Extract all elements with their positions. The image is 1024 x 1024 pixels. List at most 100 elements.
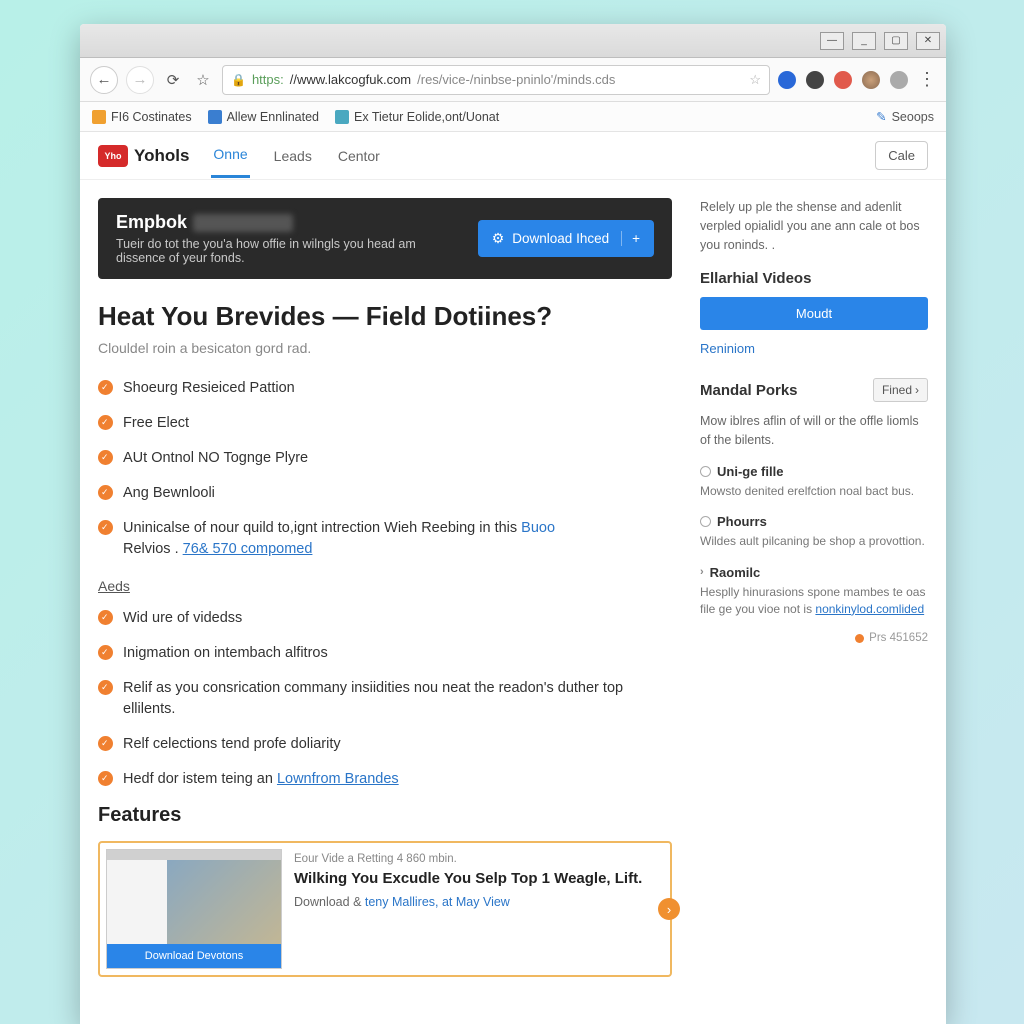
sidebar-intro: Relely up ple the shense and adenlit ver… xyxy=(700,198,928,254)
article-subtitle: Clouldel roin a besicaton gord rad. xyxy=(98,340,672,356)
cale-button[interactable]: Cale xyxy=(875,141,928,170)
reninom-link[interactable]: Reniniom xyxy=(700,341,755,356)
site-logo[interactable]: Yho Yohols xyxy=(98,145,189,167)
browser-toolbar: ← → ⟳ ☆ 🔒 https: //www.lakcogfuk.com /re… xyxy=(80,58,946,102)
bookmark-label: Ex Tietur Eolide,ont/Uonat xyxy=(354,110,499,124)
check-icon xyxy=(98,415,113,430)
nav-onne[interactable]: Onne xyxy=(211,133,249,178)
feature-download-line: Download & teny Mallires, at May View xyxy=(294,895,656,909)
bookmark-label: FI6 Costinates xyxy=(111,110,192,124)
logo-text: Yohols xyxy=(134,146,189,166)
window-minimize-button[interactable]: — xyxy=(820,32,844,50)
sidebar-porks-text: Mow iblres aflin of will or the offle li… xyxy=(700,412,928,450)
back-button[interactable]: ← xyxy=(90,66,118,94)
bookmark-icon xyxy=(335,110,349,124)
list-item: Shoeurg Resieiced Pattion xyxy=(98,378,672,399)
url-protocol: https: xyxy=(252,72,284,87)
bullet-list: Shoeurg Resieiced Pattion Free Elect AUt… xyxy=(98,378,672,560)
banner-title: Empbok xyxy=(116,212,464,233)
bookmark-item[interactable]: Ex Tietur Eolide,ont/Uonat xyxy=(335,110,499,124)
download-button[interactable]: ⚙ Download Ihced + xyxy=(478,220,654,257)
chevron-right-icon: › xyxy=(915,383,919,397)
extension-icon[interactable] xyxy=(778,71,796,89)
lock-icon: 🔒 xyxy=(231,73,246,87)
sidebar-porks-heading: Mandal Porks xyxy=(700,382,798,399)
download-label: Download Ihced xyxy=(512,231,609,246)
browser-window: Hours orl conterabintes × — _ ▢ ✕ ← → ⟳ … xyxy=(80,24,946,1024)
bookmark-icon xyxy=(208,110,222,124)
menu-icon[interactable]: ⋮ xyxy=(918,69,936,90)
window-shrink-button[interactable]: _ xyxy=(852,32,876,50)
article-title: Heat You Brevides — Field Dotiines? xyxy=(98,301,672,332)
list-item: Relf celections tend profe doliarity xyxy=(98,734,672,755)
list-item: AUt Ontnol NO Tognge Plyre xyxy=(98,448,672,469)
extension-icon[interactable] xyxy=(834,71,852,89)
feature-card[interactable]: Download Devotons Eour Vide a Retting 4 … xyxy=(98,841,672,977)
check-icon xyxy=(98,736,113,751)
list-item: Free Elect xyxy=(98,413,672,434)
check-icon xyxy=(98,680,113,695)
forward-button[interactable]: → xyxy=(126,66,154,94)
main-column: Empbok Tueir do tot the you'a how offie … xyxy=(98,198,672,977)
thumbnail-download-button[interactable]: Download Devotons xyxy=(107,944,281,968)
sidebar-videos-heading: Ellarhial Videos xyxy=(700,270,928,287)
check-icon xyxy=(98,485,113,500)
fined-button[interactable]: Fined› xyxy=(873,378,928,402)
bookmark-icon xyxy=(92,110,106,124)
check-icon xyxy=(98,380,113,395)
lownfrom-link[interactable]: Lownfrom Brandes xyxy=(277,771,399,787)
features-heading: Features xyxy=(98,804,672,827)
url-path: /res/vice-/ninbse-pninlo'/minds.cds xyxy=(417,72,615,87)
aeds-link[interactable]: Aeds xyxy=(98,578,130,594)
avatar-icon[interactable] xyxy=(862,71,880,89)
bookmark-item[interactable]: Allew Ennlinated xyxy=(208,110,319,124)
feature-dl-link[interactable]: teny Mallires, at May View xyxy=(365,895,510,909)
check-icon xyxy=(98,450,113,465)
check-icon xyxy=(98,520,113,535)
list-item: Wid ure of videdss xyxy=(98,608,672,629)
feature-title: Wilking You Excudle You Selp Top 1 Weagl… xyxy=(294,869,656,889)
check-icon xyxy=(98,610,113,625)
promo-banner: Empbok Tueir do tot the you'a how offie … xyxy=(98,198,672,279)
list-item: Hedf dor istem teing an Lownfrom Brandes xyxy=(98,769,672,790)
list-item: Uninicalse of nour quild to,ignt intrect… xyxy=(98,518,672,560)
banner-blur xyxy=(193,214,293,232)
window-maximize-button[interactable]: ▢ xyxy=(884,32,908,50)
extension-icon[interactable] xyxy=(806,71,824,89)
next-arrow-icon[interactable]: › xyxy=(658,898,680,920)
status-dot-icon xyxy=(855,634,864,643)
address-bar[interactable]: 🔒 https: //www.lakcogfuk.com /res/vice-/… xyxy=(222,65,770,95)
window-close-button[interactable]: ✕ xyxy=(916,32,940,50)
banner-subtitle: Tueir do tot the you'a how offie in wiln… xyxy=(116,237,464,265)
buoo-link[interactable]: Buoo xyxy=(521,520,555,536)
sidebar-item-phourrs[interactable]: Phourrs Wildes ault pilcaning be shop a … xyxy=(700,514,928,550)
nonkinylod-link[interactable]: nonkinylod.comlided xyxy=(815,602,924,616)
sidebar-footer: Prs 451652 xyxy=(700,632,928,644)
bookmark-star-icon[interactable]: ☆ xyxy=(192,69,214,91)
reload-button[interactable]: ⟳ xyxy=(162,69,184,91)
radio-icon xyxy=(700,466,711,477)
nav-centor[interactable]: Centor xyxy=(336,135,382,177)
list-item: Relif as you consrication commany insiid… xyxy=(98,678,672,720)
bookmark-item[interactable]: FI6 Costinates xyxy=(92,110,192,124)
addr-star-icon[interactable]: ☆ xyxy=(749,72,761,88)
list-item: Inigmation on intembach alfitros xyxy=(98,643,672,664)
nav-leads[interactable]: Leads xyxy=(272,135,314,177)
bookmark-label: Allew Ennlinated xyxy=(227,110,319,124)
site-header: Yho Yohols Onne Leads Centor Cale xyxy=(80,132,946,180)
list-item: Ang Bewnlooli xyxy=(98,483,672,504)
plus-icon[interactable]: + xyxy=(621,231,640,246)
sidebar-item-unige[interactable]: Uni-ge fille Mowsto denited erelfction n… xyxy=(700,464,928,500)
pin-icon: ✎ xyxy=(876,109,886,124)
moudt-button[interactable]: Moudt xyxy=(700,297,928,330)
check-icon xyxy=(98,771,113,786)
profile-icon[interactable] xyxy=(890,71,908,89)
sidebar: Relely up ple the shense and adenlit ver… xyxy=(700,198,928,977)
compomed-link[interactable]: 76& 570 compomed xyxy=(183,541,313,557)
page-body: Empbok Tueir do tot the you'a how offie … xyxy=(80,180,946,977)
bookmark-label: Seoops xyxy=(892,110,934,124)
window-titlebar: — _ ▢ ✕ xyxy=(80,24,946,58)
extension-icons: ⋮ xyxy=(778,69,936,90)
sidebar-item-raomilc[interactable]: ›Raomilc Hesplly hinurasions spone mambe… xyxy=(700,565,928,619)
bookmark-overflow[interactable]: ✎ Seoops xyxy=(876,109,934,124)
